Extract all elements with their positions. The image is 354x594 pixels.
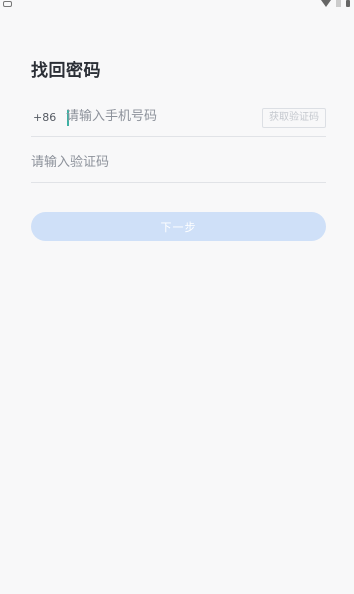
status-icons [321, 0, 350, 7]
signal-icon [336, 0, 341, 7]
status-bar [0, 0, 354, 10]
phone-field: +86 获取验证码 [31, 100, 326, 137]
next-step-button[interactable]: 下一步 [31, 212, 326, 241]
find-password-screen: 找回密码 +86 获取验证码 下一步 [0, 0, 354, 594]
verification-code-input[interactable] [31, 155, 271, 170]
code-field [31, 146, 326, 183]
page-title: 找回密码 [31, 61, 101, 81]
battery-icon [346, 0, 350, 7]
phone-input[interactable] [66, 109, 256, 124]
get-code-button[interactable]: 获取验证码 [262, 108, 326, 128]
status-indicator-icon [3, 1, 12, 7]
wifi-icon [321, 0, 331, 7]
country-code[interactable]: +86 [33, 111, 56, 124]
